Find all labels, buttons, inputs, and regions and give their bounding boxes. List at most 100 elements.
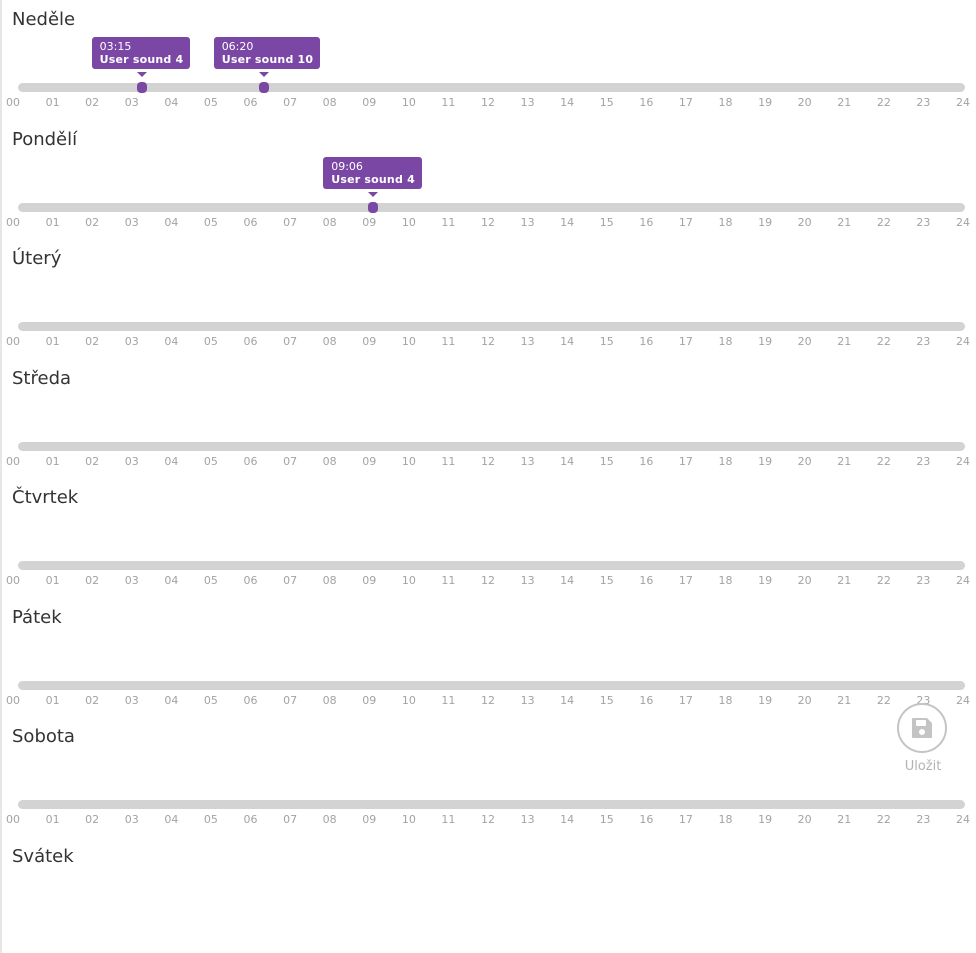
alarm-tooltip[interactable]: 09:06 User sound 4 [323,156,422,189]
hour-tick-label: 08 [322,96,337,109]
hour-tick-label: 03 [124,813,139,826]
hour-tick-label: 13 [520,693,535,707]
day-row: Úterý 00 01 02 03 04 05 06 07 08 09 10 11 12 13 14 15 16 1… [0,239,976,358]
day-title: Sobota [12,726,75,747]
hour-tick-label: 13 [520,574,535,587]
hour-tick-label: 14 [560,574,575,587]
hour-tick-label: 23 [916,96,931,109]
hour-tick-label: 06 [243,96,258,109]
hour-tick-label: 13 [520,215,535,229]
hour-tick-label: 04 [164,96,179,109]
hour-tick-label: 21 [837,693,852,707]
hour-tick-label: 24 [956,454,970,468]
hour-tick-label: 04 [164,574,179,587]
hour-tick-label: 01 [45,215,60,229]
schedule-list: Neděle 00 01 02 03 04 05 06 07 08 09 10 11 12 13 14 15 16… [0,0,976,865]
day-timeline-track[interactable] [18,83,965,92]
save-label: Uložit [904,759,942,774]
hour-tick-label: 06 [243,215,258,229]
hour-tick-label: 16 [639,335,654,348]
alarm-sound: User sound 10 [221,53,314,66]
hour-tick-label: 13 [520,454,535,468]
hour-tick-label: 17 [678,215,693,229]
alarm-handle[interactable] [368,201,379,213]
hour-tick-label: 17 [678,574,693,587]
hour-tick-label: 02 [85,454,100,468]
hour-tick-label: 15 [599,574,614,587]
hour-tick-label: 18 [718,454,733,468]
hour-tick-label: 07 [283,96,298,109]
hour-tick-label: 11 [441,96,456,109]
day-timeline-track[interactable] [18,322,965,331]
hour-tick-label: 02 [85,215,100,229]
hour-tick-label: 20 [797,96,812,109]
hour-tick-label: 22 [876,454,891,468]
hour-tick-label: 13 [520,813,535,826]
hour-tick-label: 03 [124,215,139,229]
hour-tick-label: 20 [797,693,812,707]
hour-tick-label: 05 [203,335,218,348]
hour-tick-label: 22 [876,335,891,348]
hour-tick-label: 08 [322,454,337,468]
hour-tick-label: 08 [322,813,337,826]
hour-tick-label: 19 [758,574,773,587]
hour-tick-label: 17 [678,96,693,109]
hour-tick-label: 18 [718,335,733,348]
hour-tick-label: 21 [837,454,852,468]
day-title: Čtvrtek [12,487,79,508]
day-row: Svátek0001020304050607080910111213141516… [0,837,976,866]
hour-tick-label: 17 [678,335,693,348]
hour-tick-label: 22 [876,813,891,826]
hour-tick-label: 06 [243,693,258,707]
day-timeline-track[interactable] [18,800,965,809]
hour-tick-label: 20 [797,215,812,229]
hour-tick-label: 01 [45,693,60,707]
hour-tick-label: 19 [758,96,773,109]
alarm-time: 09:06 [331,159,363,173]
day-row: Neděle 00 01 02 03 04 05 06 07 08 09 10 11 12 13 14 15 16… [0,0,976,119]
day-timeline-track[interactable] [18,680,965,690]
hour-tick-label: 14 [560,215,575,229]
hour-tick-label: 21 [837,574,852,587]
hour-tick-label: 11 [441,335,456,348]
hour-tick-label: 14 [560,813,575,826]
day-row: Sobota 00 01 02 03 04 05 06 07 08 09 10 11 12 13 14 15 16… [0,717,976,836]
hour-tick-label: 10 [401,693,416,707]
hour-tick-label: 12 [481,454,495,468]
hour-tick-label: 23 [916,454,931,468]
floppy-disk-icon [912,718,932,738]
day-timeline-track[interactable] [18,202,965,212]
hour-tick-label: 00 [6,693,20,707]
hour-tick-label: 17 [678,693,693,707]
hour-tick-label: 21 [837,215,852,229]
hour-tick-label: 01 [45,813,60,826]
hour-tick-label: 04 [164,813,179,826]
alarm-handle[interactable] [136,82,147,93]
hour-tick-label: 15 [599,454,614,468]
hour-tick-label: 03 [124,574,139,587]
hour-tick-label: 14 [560,96,575,109]
hour-tick-label: 20 [797,454,812,468]
hour-tick-label: 24 [956,574,970,587]
alarm-tooltip[interactable]: 06:20 User sound 10 [213,37,321,69]
hour-tick-label: 23 [916,215,931,229]
alarm-tooltip[interactable]: 03:15 User sound 4 [91,37,191,69]
hour-tick-label: 11 [441,574,456,587]
hour-tick-label: 02 [85,96,100,109]
day-timeline-track[interactable] [18,561,965,570]
hour-tick-label: 21 [837,96,852,109]
hour-tick-label: 06 [243,813,258,826]
hour-tick-label: 03 [124,693,139,707]
hour-tick-label: 10 [401,574,416,587]
hour-tick-label: 24 [956,96,970,109]
day-timeline-track[interactable] [18,441,965,451]
hour-tick-label: 11 [441,215,456,229]
hour-tick-label: 12 [481,574,495,587]
day-title: Svátek [12,845,74,866]
hour-tick-label: 15 [599,335,614,348]
hour-tick-label: 21 [837,813,852,826]
save-button[interactable]: Uložit [894,703,962,774]
save-circle[interactable] [897,703,947,753]
day-row: Pondělí 00 01 02 03 04 05 06 07 08 09 10 11 12 13 14 15 1… [0,120,976,239]
alarm-handle[interactable] [258,82,269,93]
